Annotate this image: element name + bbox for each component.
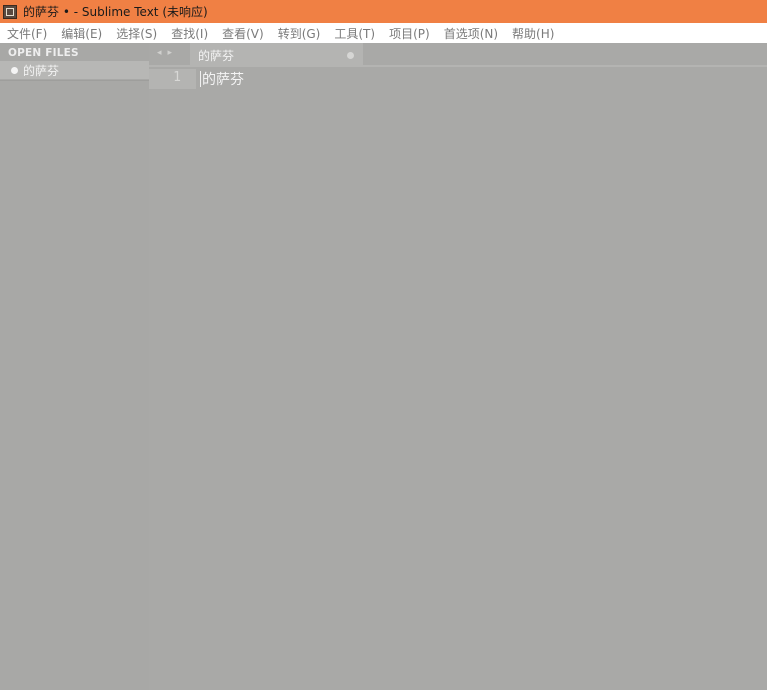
tab-navigation: ◂ ▸ [157, 48, 172, 58]
window-title: 的萨芬 • - Sublime Text (未响应) [23, 5, 208, 19]
menu-project[interactable]: 项目(P) [382, 25, 437, 42]
sidebar-file-item[interactable]: 的萨芬 [0, 61, 149, 79]
tab-file[interactable]: 的萨芬 [190, 43, 363, 67]
menu-bar: 文件(F) 编辑(E) 选择(S) 查找(I) 查看(V) 转到(G) 工具(T… [0, 23, 767, 43]
menu-tools[interactable]: 工具(T) [327, 25, 382, 42]
editor-pane: ◂ ▸ 的萨芬 1 的萨芬 [149, 43, 767, 690]
menu-goto[interactable]: 转到(G) [271, 25, 328, 42]
menu-preferences[interactable]: 首选项(N) [437, 25, 505, 42]
code-line-text[interactable]: 的萨芬 [202, 69, 244, 89]
sublime-text-app-icon [3, 4, 17, 19]
menu-view[interactable]: 查看(V) [215, 25, 271, 42]
tab-strip: ◂ ▸ 的萨芬 [149, 43, 767, 67]
tab-next-arrow-icon[interactable]: ▸ [168, 48, 173, 58]
unsaved-close-dot-icon[interactable] [347, 52, 354, 59]
open-files-header: OPEN FILES [8, 47, 79, 59]
sidebar: OPEN FILES 的萨芬 [0, 43, 149, 690]
sidebar-file-name: 的萨芬 [23, 63, 60, 78]
tab-label: 的萨芬 [198, 48, 235, 63]
text-cursor [200, 71, 201, 87]
unsaved-dot-icon [11, 66, 18, 74]
menu-edit[interactable]: 编辑(E) [54, 25, 109, 42]
title-bar: 的萨芬 • - Sublime Text (未响应) [0, 0, 767, 23]
menu-selection[interactable]: 选择(S) [109, 25, 164, 42]
line-number-gutter: 1 [149, 67, 196, 690]
menu-help[interactable]: 帮助(H) [505, 25, 561, 42]
menu-file[interactable]: 文件(F) [0, 25, 54, 42]
code-line[interactable]: 的萨芬 [200, 69, 244, 89]
menu-find[interactable]: 查找(I) [164, 25, 215, 42]
line-number: 1 [173, 70, 181, 85]
tab-prev-arrow-icon[interactable]: ◂ [157, 48, 162, 58]
sidebar-divider [0, 80, 149, 81]
